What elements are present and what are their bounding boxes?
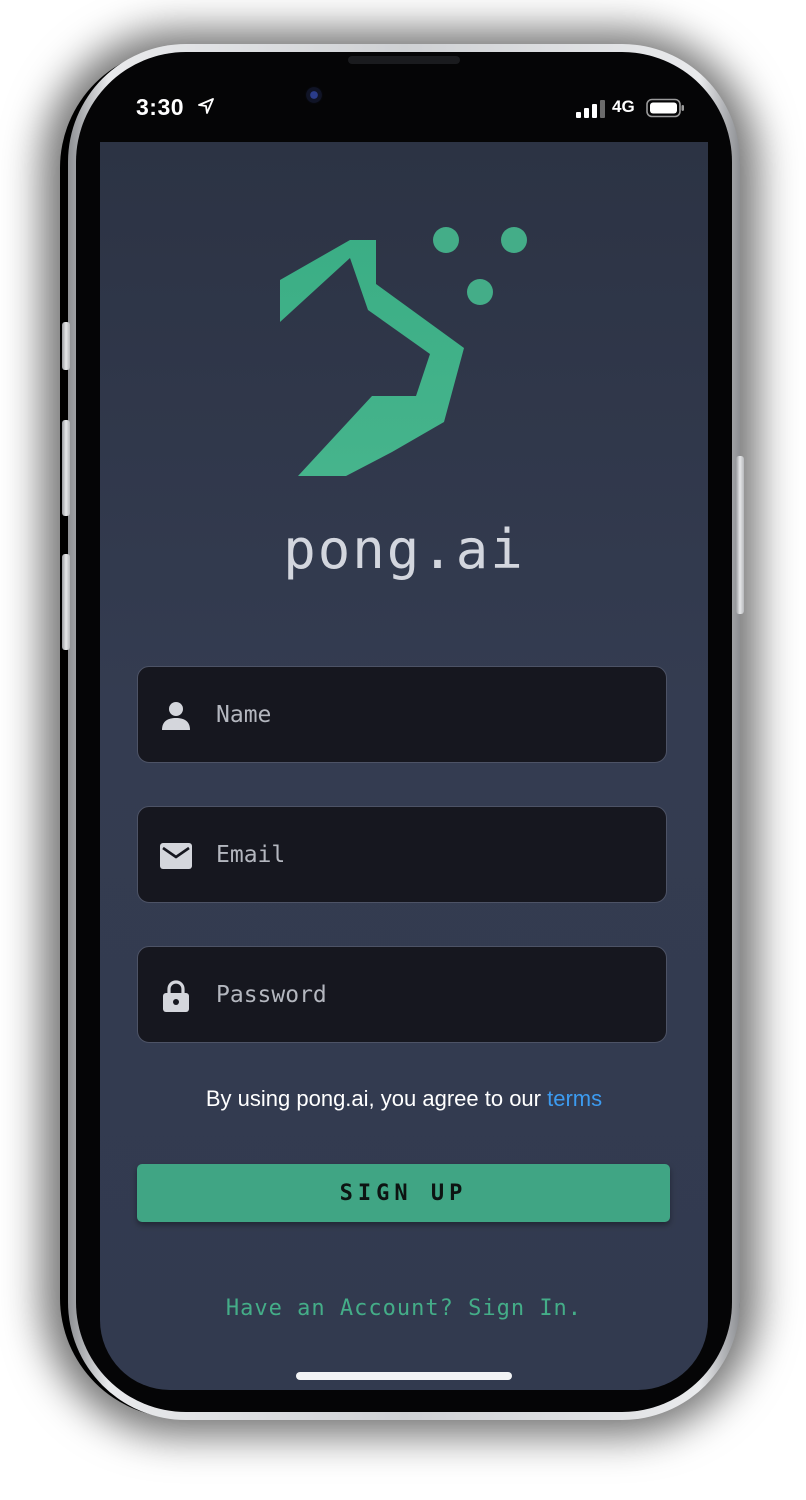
app-title: pong.ai [283, 518, 525, 581]
silent-switch [62, 322, 70, 370]
person-icon [162, 702, 190, 730]
front-camera [305, 86, 323, 104]
terms-prefix: By using pong.ai, you agree to our [205, 1086, 548, 1111]
lock-icon [163, 980, 189, 1012]
terms-link[interactable]: terms [547, 1086, 602, 1111]
email-input[interactable] [216, 807, 646, 902]
status-time: 3:30 [136, 94, 185, 120]
name-input[interactable] [216, 667, 646, 762]
password-field[interactable] [137, 946, 667, 1043]
power-button [736, 456, 744, 614]
cellular-signal-icon [576, 100, 605, 118]
app-screen: pong.ai By using pong.ai, you agree to o… [100, 142, 708, 1390]
location-arrow-icon [198, 98, 214, 114]
volume-up-button [62, 420, 70, 516]
network-type: 4G [612, 97, 635, 116]
sign-in-link[interactable]: Have an Account? Sign In. [100, 1296, 708, 1321]
home-indicator[interactable] [296, 1372, 512, 1380]
battery-icon [646, 98, 684, 118]
terms-notice: By using pong.ai, you agree to our terms [100, 1086, 708, 1112]
envelope-icon [160, 843, 192, 869]
password-input[interactable] [216, 947, 646, 1042]
sign-up-button[interactable]: SIGN UP [137, 1164, 670, 1222]
pong-logo-icon [280, 227, 527, 476]
earpiece-speaker [348, 56, 460, 64]
email-field[interactable] [137, 806, 667, 903]
name-field[interactable] [137, 666, 667, 763]
volume-down-button [62, 554, 70, 650]
